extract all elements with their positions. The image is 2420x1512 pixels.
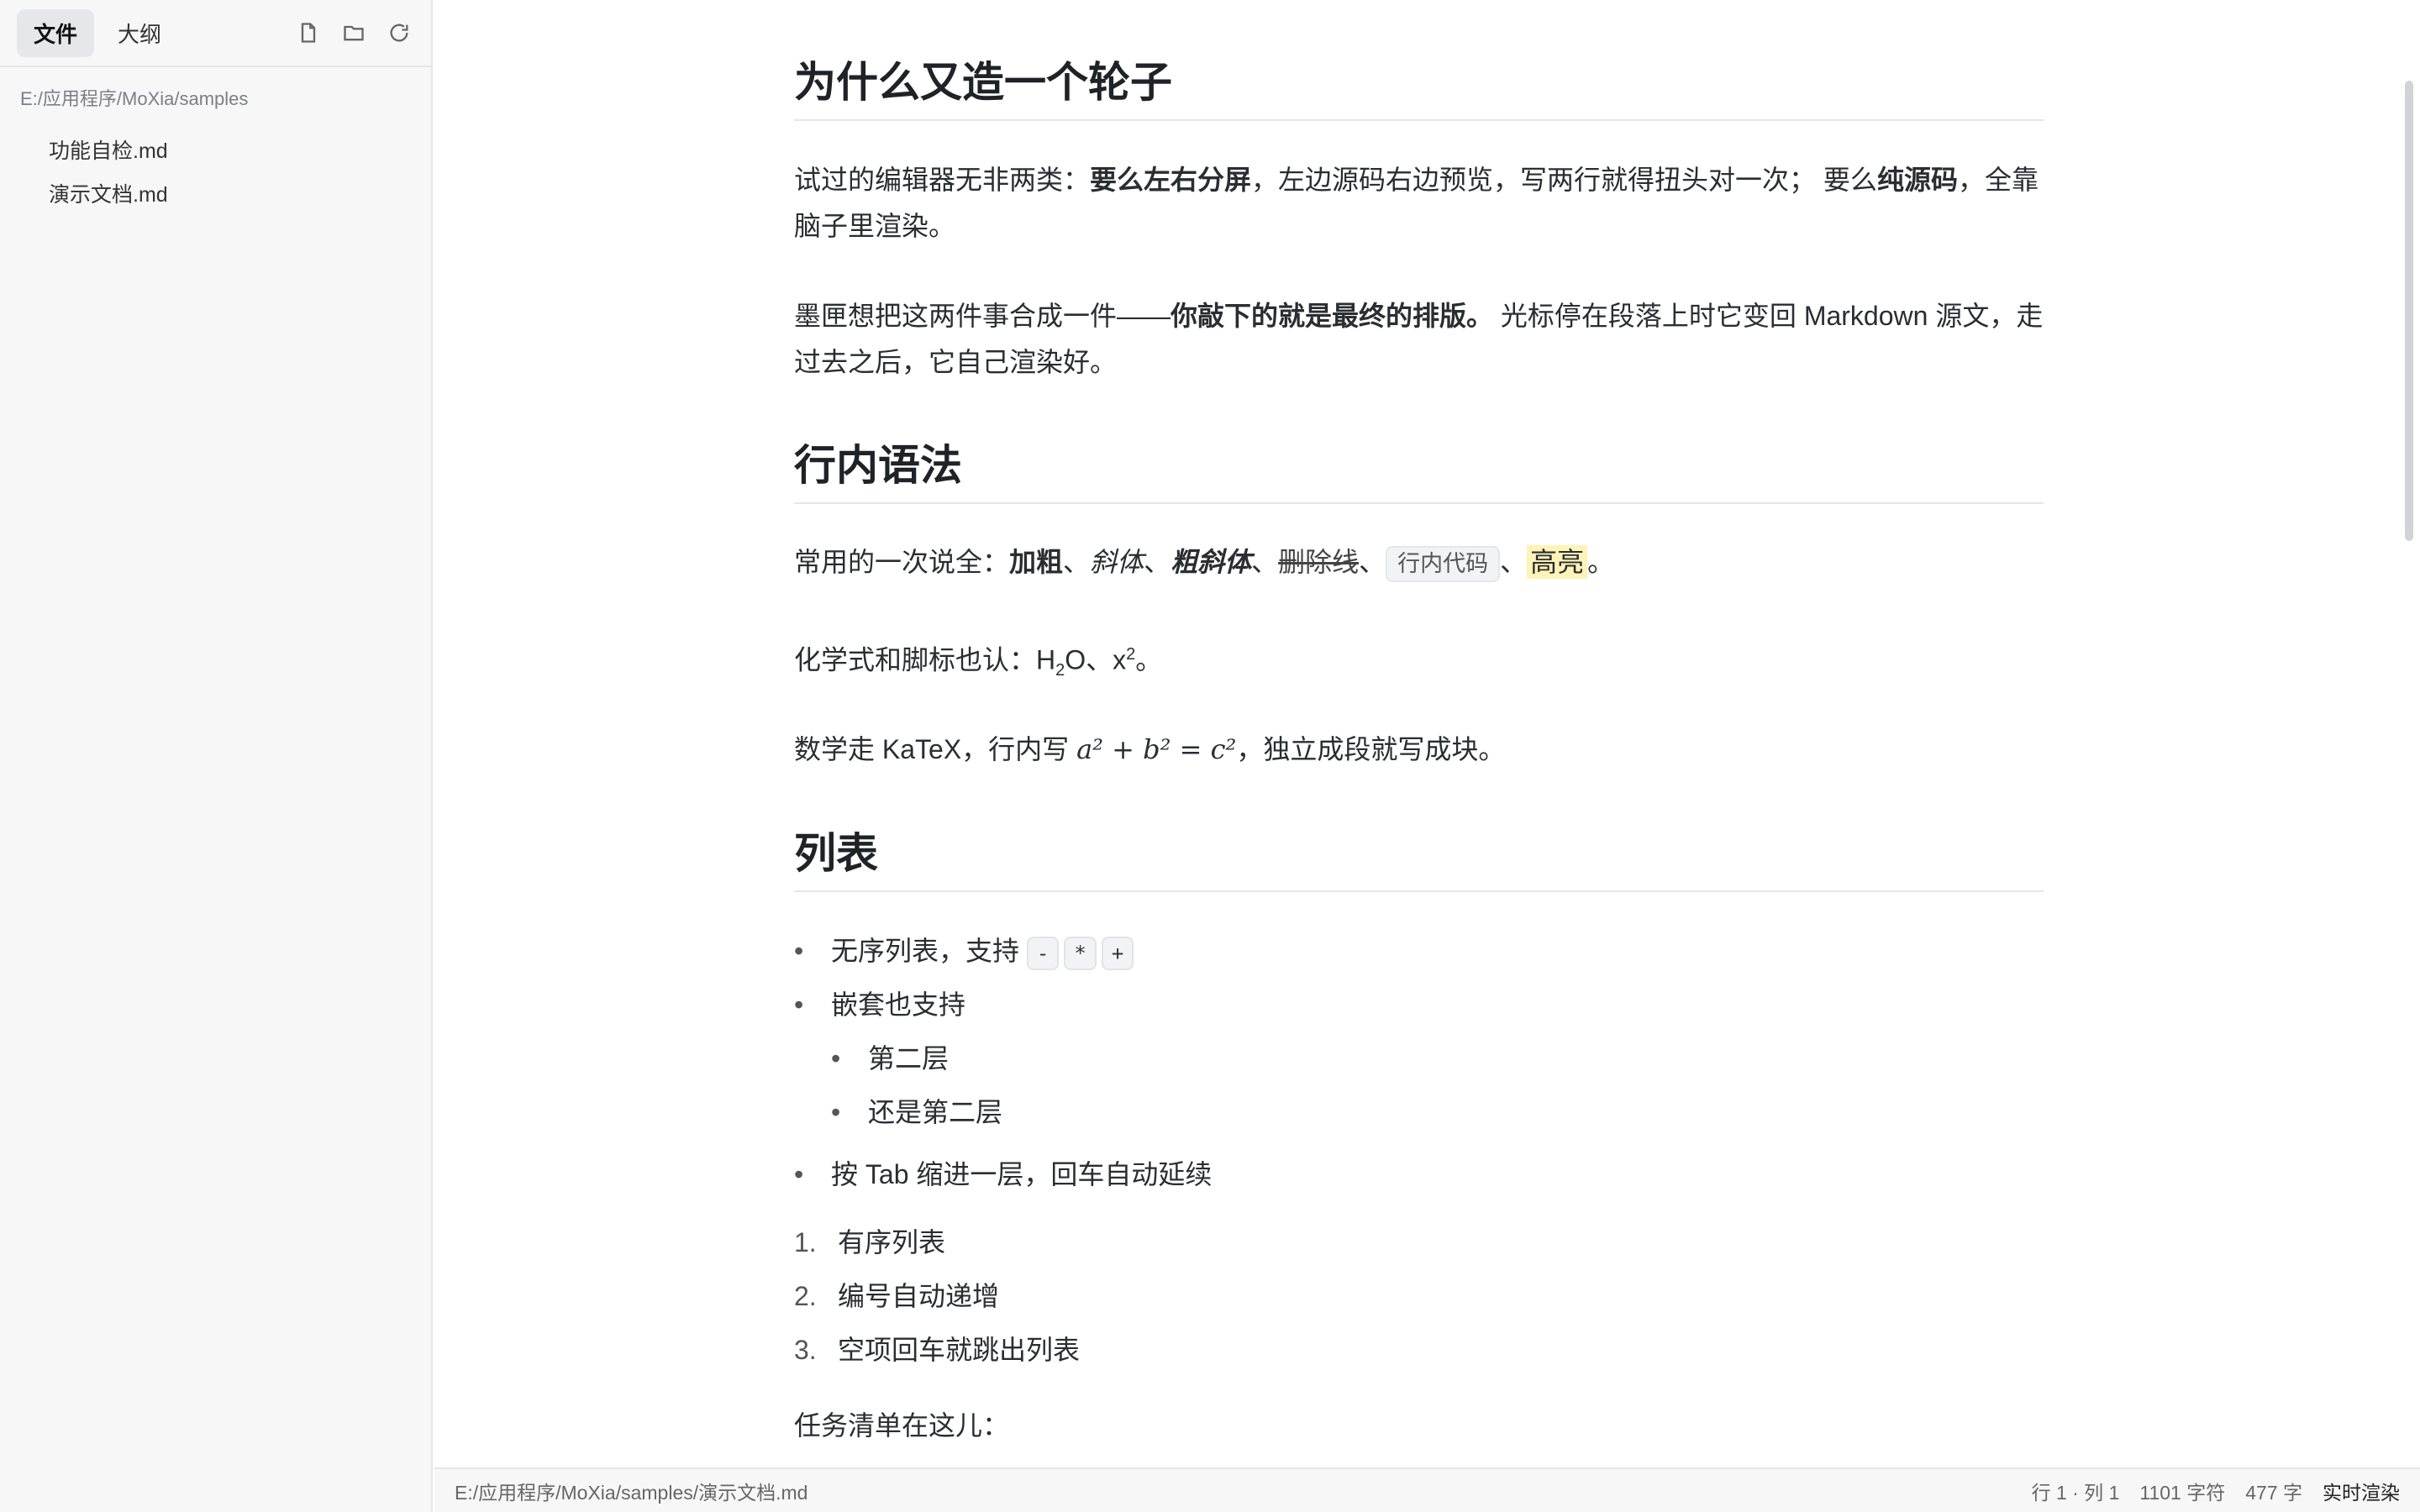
tab-files[interactable]: 文件 bbox=[17, 8, 95, 57]
ordered-list: 1. 有序列表 2. 编号自动递增 3. 空项回车就跳出列表 bbox=[794, 1215, 2044, 1377]
char-count: 1101 字符 bbox=[2139, 1481, 2226, 1504]
status-file-path: E:/应用程序/MoXia/samples/演示文档.md bbox=[455, 1481, 808, 1504]
file-list: 功能自检.md 演示文档.md bbox=[0, 118, 431, 215]
file-item[interactable]: 功能自检.md bbox=[0, 128, 431, 171]
refresh-icon[interactable] bbox=[384, 18, 414, 48]
inline-code: 行内代码 bbox=[1386, 546, 1501, 582]
list-item: • 按 Tab 缩进一层，回车自动延续 bbox=[794, 1159, 1213, 1189]
ordered-list-item: 1. 有序列表 bbox=[794, 1227, 946, 1257]
unordered-list: • 无序列表，支持 - * + • 嵌套也支持 • 第二层 • 还是第二层 • 按 Tab 缩… bbox=[794, 924, 2044, 1201]
paragraph-intro: 试过的编辑器无非两类：要么左右分屏，左边源码右边预览，写两行就得扭头对一次； 要… bbox=[794, 165, 2039, 241]
scrollbar-thumb[interactable] bbox=[2405, 81, 2413, 541]
heading-lists: 列表 bbox=[794, 820, 2044, 892]
paragraph-tasks: 任务清单在这儿： bbox=[794, 1410, 1010, 1441]
list-item: • 嵌套也支持 bbox=[794, 990, 966, 1020]
key-asterisk: * bbox=[1064, 937, 1097, 970]
heading-inline-syntax: 行内语法 bbox=[794, 432, 2044, 504]
workspace-path: E:/应用程序/MoXia/samples bbox=[20, 88, 249, 109]
nested-list-item: • 第二层 bbox=[831, 1043, 950, 1074]
inline-math: a² + b² = c² bbox=[1076, 733, 1237, 765]
key-plus: + bbox=[1101, 937, 1134, 970]
file-item[interactable]: 演示文档.md bbox=[0, 171, 431, 215]
new-file-icon[interactable] bbox=[293, 18, 324, 48]
paragraph-inline-styles: 常用的一次说全：加粗、斜体、粗斜体、删除线、 行内代码、高亮。 bbox=[794, 539, 2044, 587]
sidebar-header: 文件 大纲 bbox=[0, 0, 431, 67]
key-dash: - bbox=[1026, 937, 1060, 970]
status-bar: E:/应用程序/MoXia/samples/演示文档.md 行 1 · 列 1 … bbox=[434, 1467, 2420, 1512]
tab-outline[interactable]: 大纲 bbox=[101, 9, 178, 57]
heading-why: 为什么又造一个轮子 bbox=[794, 49, 2044, 121]
ordered-list-item: 2. 编号自动递增 bbox=[794, 1281, 1000, 1311]
nested-list-item: • 还是第二层 bbox=[831, 1097, 1003, 1127]
sidebar: 文件 大纲 E:/应用程序/MoXia/samples 功能自检.md 演示文档… bbox=[0, 0, 433, 1512]
word-count: 477 字 bbox=[2245, 1481, 2302, 1504]
paragraph-sub-sup: 化学式和脚标也认：H2O、x2。 bbox=[794, 644, 1163, 680]
open-folder-icon[interactable] bbox=[339, 18, 369, 48]
list-item: • 无序列表，支持 - * + bbox=[794, 924, 2044, 978]
cursor-position: 行 1 · 列 1 bbox=[2031, 1481, 2120, 1504]
editor[interactable]: 为什么又造一个轮子 试过的编辑器无非两类：要么左右分屏，左边源码右边预览，写两行… bbox=[434, 0, 2420, 1467]
paragraph-concept: 墨匣想把这两件事合成一件——你敲下的就是最终的排版。 光标停在段落上时它变回 M… bbox=[794, 301, 2044, 377]
paragraph-math: 数学走 KaTeX，行内写 a² + b² = c²，独立成段就写成块。 bbox=[794, 733, 1506, 765]
render-mode-toggle[interactable]: 实时渲染 bbox=[2323, 1477, 2400, 1505]
ordered-list-item: 3. 空项回车就跳出列表 bbox=[794, 1335, 1081, 1365]
highlight: 高亮 bbox=[1527, 545, 1588, 579]
